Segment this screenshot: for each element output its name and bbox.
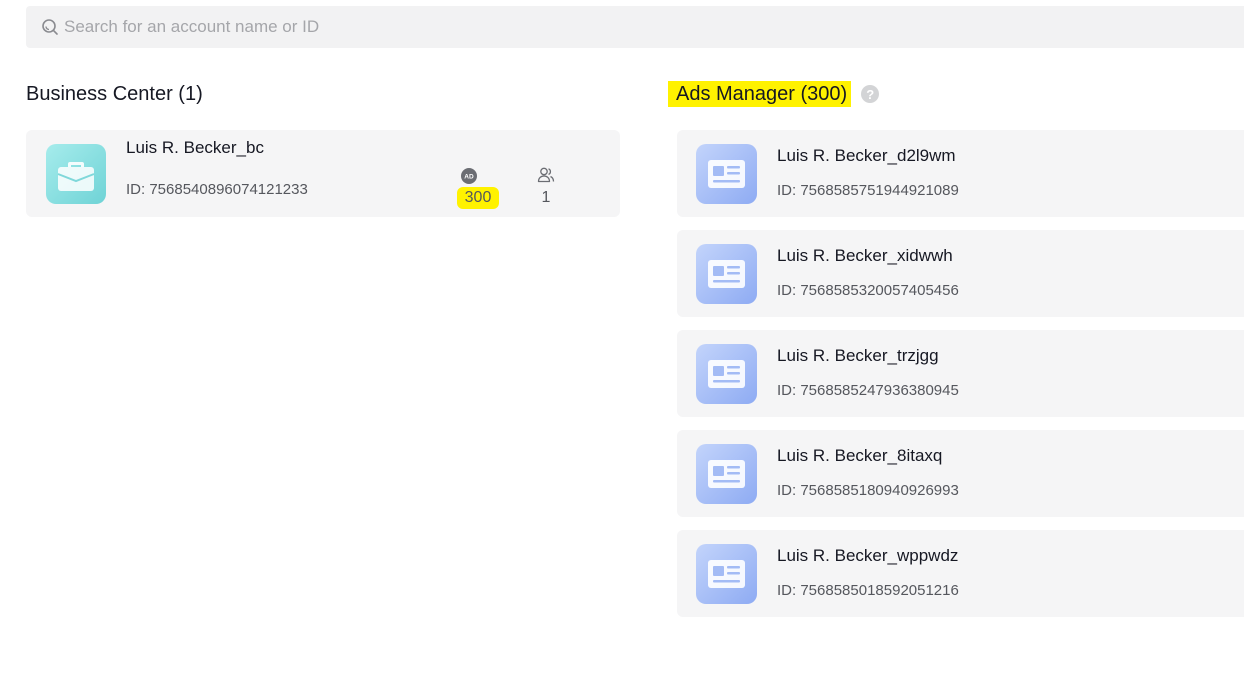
ad-count: 300	[457, 187, 499, 209]
ad-account-id: ID: 7568585751944921089	[777, 182, 959, 199]
ads-manager-list: Luis R. Becker_d2l9wm ID: 75685857519449…	[677, 130, 1244, 630]
ad-account-id: ID: 7568585180940926993	[777, 482, 959, 499]
search-bar[interactable]	[26, 6, 1244, 48]
search-icon	[41, 18, 59, 36]
ad-account-icon	[696, 444, 757, 504]
ad-icon: AD	[460, 167, 478, 185]
ad-account-id: ID: 7568585247936380945	[777, 382, 959, 399]
ad-account-id: ID: 7568585018592051216	[777, 582, 959, 599]
ads-manager-header: Ads Manager (300) ?	[668, 81, 880, 107]
ad-account-card[interactable]: Luis R. Becker_xidwwh ID: 75685853200574…	[677, 230, 1244, 317]
ad-account-name: Luis R. Becker_d2l9wm	[777, 146, 956, 165]
ad-account-card[interactable]: Luis R. Becker_8itaxq ID: 75685851809409…	[677, 430, 1244, 517]
ad-account-card[interactable]: Luis R. Becker_wppwdz ID: 75685850185920…	[677, 530, 1244, 617]
ads-manager-title: Ads Manager (300)	[668, 81, 852, 107]
ad-account-icon	[696, 144, 757, 204]
ad-account-id: ID: 7568585320057405456	[777, 282, 959, 299]
business-center-name: Luis R. Becker_bc	[126, 138, 264, 157]
search-input[interactable]	[64, 17, 664, 37]
help-icon[interactable]: ?	[861, 85, 880, 103]
users-icon	[537, 166, 555, 184]
ad-account-icon	[696, 544, 757, 604]
business-center-card[interactable]: Luis R. Becker_bc ID: 756854089607412123…	[26, 130, 620, 217]
briefcase-icon	[46, 144, 106, 204]
ad-account-icon	[696, 244, 757, 304]
ad-account-name: Luis R. Becker_xidwwh	[777, 246, 953, 265]
ad-account-name: Luis R. Becker_8itaxq	[777, 446, 943, 465]
ad-account-name: Luis R. Becker_wppwdz	[777, 546, 959, 565]
ad-account-card[interactable]: Luis R. Becker_trzjgg ID: 75685852479363…	[677, 330, 1244, 417]
ad-account-card[interactable]: Luis R. Becker_d2l9wm ID: 75685857519449…	[677, 130, 1244, 217]
user-count: 1	[541, 189, 551, 206]
svg-text:AD: AD	[464, 174, 474, 181]
business-center-title: Business Center (1)	[26, 83, 203, 105]
business-center-id: ID: 7568540896074121233	[126, 181, 308, 198]
ad-account-icon	[696, 344, 757, 404]
ad-account-name: Luis R. Becker_trzjgg	[777, 346, 939, 365]
